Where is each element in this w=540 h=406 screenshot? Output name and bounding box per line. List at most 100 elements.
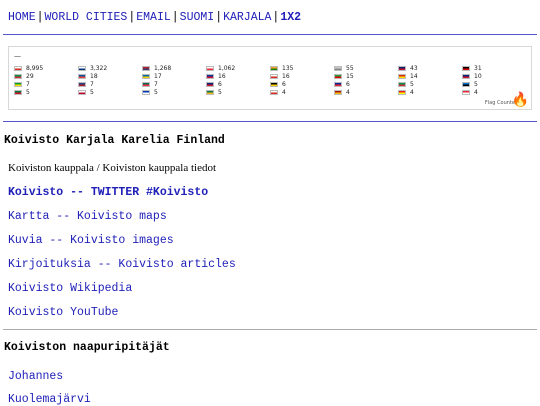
flag-counter-count: 6 bbox=[218, 80, 222, 88]
flag-counter-entry: 4 bbox=[270, 88, 334, 96]
youtube-link[interactable]: Koivisto YouTube bbox=[8, 306, 118, 319]
country-flag-icon bbox=[334, 81, 342, 87]
country-flag-icon bbox=[462, 73, 470, 79]
flag-counter-count: 55 bbox=[346, 64, 354, 72]
flag-counter-count: 135 bbox=[282, 64, 294, 72]
country-flag-icon bbox=[14, 73, 22, 79]
country-flag-icon bbox=[206, 81, 214, 87]
country-flag-icon bbox=[78, 81, 86, 87]
flag-counter-entry: 7 bbox=[78, 80, 142, 88]
flag-counter-entry: 17 bbox=[142, 72, 206, 80]
country-flag-icon bbox=[398, 89, 406, 95]
section-title-koivisto: Koivisto Karjala Karelia Finland bbox=[4, 134, 225, 147]
flag-counter-count: 14 bbox=[410, 72, 418, 80]
flag-counter-entry: 1,268 bbox=[142, 64, 206, 72]
nav-1x2-link[interactable]: 1X2 bbox=[280, 11, 301, 24]
divider bbox=[3, 329, 537, 330]
flag-counter-entry: 135 bbox=[270, 64, 334, 72]
nav-suomi-link[interactable]: SUOMI bbox=[180, 11, 215, 24]
flag-counter-count: 8,995 bbox=[26, 64, 44, 72]
country-flag-icon bbox=[334, 89, 342, 95]
country-flag-icon bbox=[78, 65, 86, 71]
country-flag-icon bbox=[14, 81, 22, 87]
country-flag-icon bbox=[142, 81, 150, 87]
country-flag-icon bbox=[142, 89, 150, 95]
country-flag-icon bbox=[270, 73, 278, 79]
articles-link[interactable]: Kirjoituksia -- Koivisto articles bbox=[8, 258, 236, 271]
country-flag-icon bbox=[14, 65, 22, 71]
wikipedia-link[interactable]: Koivisto Wikipedia bbox=[8, 282, 132, 295]
flag-counter-entry: 6 bbox=[270, 80, 334, 88]
flag-counter-entry: 5 bbox=[78, 88, 142, 96]
flag-counter-entry: 5 bbox=[206, 88, 270, 96]
flag-counter-count: 15 bbox=[346, 72, 354, 80]
flag-counter-count: 43 bbox=[410, 64, 418, 72]
flag-counter-entry: 14 bbox=[398, 72, 462, 80]
flag-counter-count: 5 bbox=[90, 88, 94, 96]
country-flag-icon bbox=[398, 73, 406, 79]
country-flag-icon bbox=[462, 81, 470, 87]
top-nav: HOME|WORLD CITIES|EMAIL|SUOMI|KARJALA|1X… bbox=[8, 11, 301, 24]
twitter-link[interactable]: Koivisto -- TWITTER #Koivisto bbox=[8, 186, 208, 199]
flag-counter-widget[interactable]: — 8,995 3,322 1,268 1,062 135 55 43 31 29 18 17 16 1… bbox=[8, 46, 532, 110]
flag-counter-count: 6 bbox=[346, 80, 350, 88]
flag-counter-count: 4 bbox=[474, 88, 478, 96]
flag-counter-count: 16 bbox=[282, 72, 290, 80]
images-link[interactable]: Kuvia -- Koivisto images bbox=[8, 234, 174, 247]
nav-separator: | bbox=[36, 11, 44, 24]
country-flag-icon bbox=[14, 89, 22, 95]
flag-counter-count: 4 bbox=[346, 88, 350, 96]
nav-world-cities-link[interactable]: WORLD CITIES bbox=[45, 11, 128, 24]
flag-counter-count: 4 bbox=[410, 88, 414, 96]
flag-counter-count: 18 bbox=[90, 72, 98, 80]
country-flag-icon bbox=[78, 73, 86, 79]
flag-counter-count: 10 bbox=[474, 72, 482, 80]
nav-karjala-link[interactable]: KARJALA bbox=[223, 11, 271, 24]
flag-counter-entry: 6 bbox=[206, 80, 270, 88]
country-flag-icon bbox=[206, 73, 214, 79]
flag-counter-entry: 29 bbox=[14, 72, 78, 80]
neighbour-link-kuolemajarvi[interactable]: Kuolemajärvi bbox=[8, 393, 91, 406]
flag-counter-entry: 8,995 bbox=[14, 64, 78, 72]
neighbour-link-johannes[interactable]: Johannes bbox=[8, 370, 63, 383]
flag-counter-count: 4 bbox=[282, 88, 286, 96]
country-flag-icon bbox=[270, 89, 278, 95]
flag-counter-count: 16 bbox=[218, 72, 226, 80]
flag-counter-entry: 43 bbox=[398, 64, 462, 72]
koiviston-kauppala-text: Koiviston kauppala / Koiviston kauppala … bbox=[8, 162, 217, 174]
flag-counter-count: 1,268 bbox=[154, 64, 172, 72]
flag-counter-entry: 7 bbox=[14, 80, 78, 88]
country-flag-icon bbox=[462, 65, 470, 71]
country-flag-icon bbox=[462, 89, 470, 95]
divider bbox=[3, 121, 537, 122]
flag-counter-entry: 5 bbox=[142, 88, 206, 96]
flag-counter-entry: 31 bbox=[462, 64, 526, 72]
nav-separator: | bbox=[272, 11, 280, 24]
flag-counter-entry: 6 bbox=[334, 80, 398, 88]
flag-counter-count: 6 bbox=[282, 80, 286, 88]
nav-email-link[interactable]: EMAIL bbox=[136, 11, 171, 24]
flag-counter-entry: 5 bbox=[398, 80, 462, 88]
country-flag-icon bbox=[142, 73, 150, 79]
flag-counter-entry: 5 bbox=[14, 88, 78, 96]
flag-counter-count: 3,322 bbox=[90, 64, 108, 72]
flag-counter-count: 1,062 bbox=[218, 64, 236, 72]
flame-icon: 🔥 bbox=[511, 92, 529, 108]
flag-counter-count: 17 bbox=[154, 72, 162, 80]
country-flag-icon bbox=[206, 65, 214, 71]
flag-counter-entry: 5 bbox=[462, 80, 526, 88]
maps-link[interactable]: Kartta -- Koivisto maps bbox=[8, 210, 167, 223]
nav-home-link[interactable]: HOME bbox=[8, 11, 36, 24]
flag-counter-entry: 55 bbox=[334, 64, 398, 72]
flag-counter-count: 5 bbox=[474, 80, 478, 88]
country-flag-icon bbox=[78, 89, 86, 95]
nav-separator: | bbox=[128, 11, 136, 24]
flag-counter-count: 7 bbox=[26, 80, 30, 88]
flag-counter-count: 29 bbox=[26, 72, 34, 80]
flag-counter-entry: 1,062 bbox=[206, 64, 270, 72]
flag-counter-entry: 16 bbox=[206, 72, 270, 80]
flag-counter-count: 7 bbox=[90, 80, 94, 88]
flag-counter-entry: 4 bbox=[398, 88, 462, 96]
flag-counter-count: 5 bbox=[218, 88, 222, 96]
country-flag-icon bbox=[334, 65, 342, 71]
